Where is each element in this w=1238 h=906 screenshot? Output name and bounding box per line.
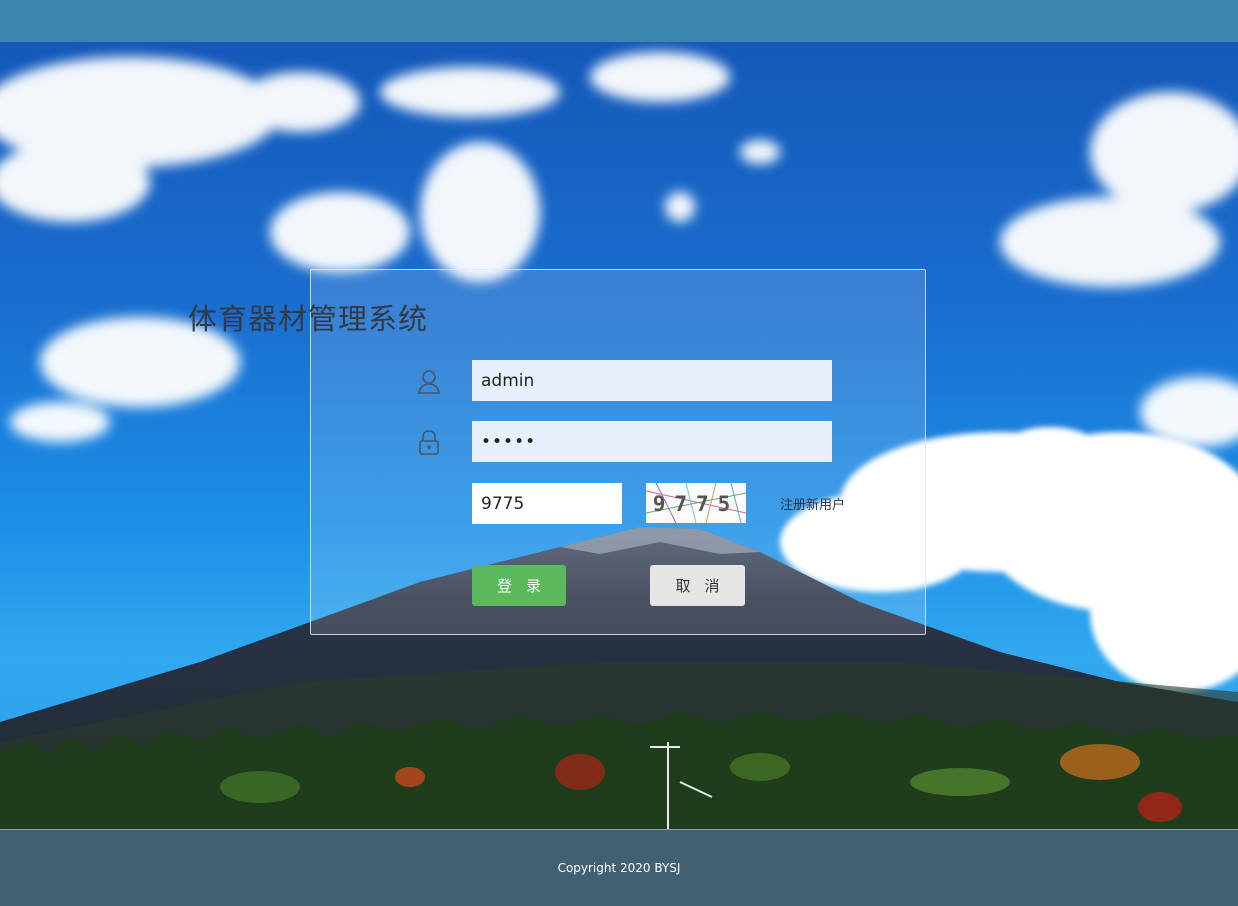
cancel-button[interactable]: 取消 bbox=[650, 565, 745, 606]
system-title: 体育器材管理系统 bbox=[187, 302, 428, 336]
user-icon-glyph bbox=[418, 370, 440, 394]
register-link[interactable]: 注册新用户 bbox=[780, 494, 845, 513]
login-button[interactable]: 登录 bbox=[472, 565, 566, 606]
captcha-image[interactable]: 9775 bbox=[646, 483, 746, 523]
top-header-bar bbox=[0, 0, 1238, 42]
user-icon bbox=[416, 368, 442, 396]
username-input[interactable] bbox=[472, 360, 832, 401]
lock-icon-glyph bbox=[419, 430, 439, 455]
lock-icon bbox=[416, 429, 442, 457]
captcha-graphic: 9775 bbox=[646, 483, 746, 523]
captcha-text: 9775 bbox=[653, 492, 740, 516]
captcha-input[interactable] bbox=[472, 483, 622, 524]
copyright-text: Copyright 2020 BYSJ bbox=[557, 861, 681, 875]
password-input[interactable] bbox=[472, 421, 832, 462]
